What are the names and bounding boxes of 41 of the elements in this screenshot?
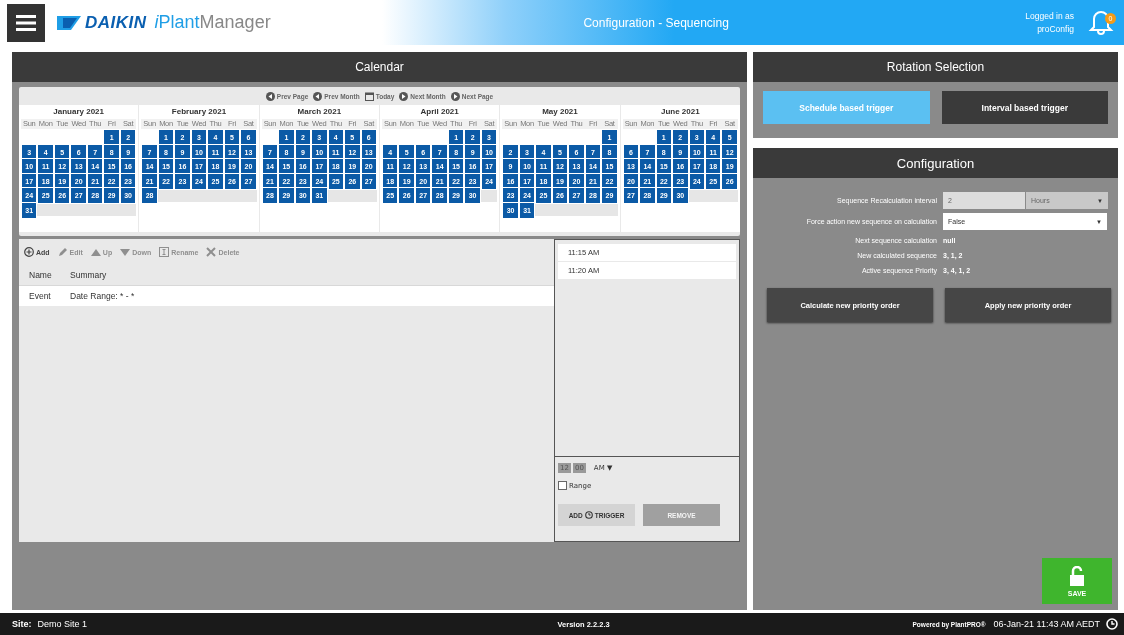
panel-title: Configuration: [753, 148, 1118, 178]
left-arrow-icon: [265, 91, 275, 101]
menu-button[interactable]: [7, 3, 45, 42]
column-header: Name: [29, 270, 53, 280]
page-title: Configuration - Sequencing: [582, 15, 730, 30]
month-title: January 2021: [52, 106, 105, 118]
login-label: Logged in as: [1025, 9, 1074, 23]
month-title: April 2021: [419, 106, 460, 118]
unlocked-padlock-icon: [1069, 565, 1085, 586]
clock-icon: [1106, 618, 1118, 630]
clock-icon: [584, 511, 593, 519]
site-label: Site:: [12, 619, 32, 629]
product-name: iPlantManager: [154, 12, 271, 33]
site-name: Demo Site 1: [37, 619, 89, 629]
down-triangle-icon: [120, 248, 131, 256]
trigger-option-button[interactable]: Interval based trigger: [941, 91, 1108, 124]
table-cell: Date Range: * - *: [70, 291, 135, 301]
panel-title: Calendar: [12, 52, 747, 82]
x-icon: [206, 247, 217, 257]
column-header: Summary: [70, 270, 107, 280]
calendar-icon: [364, 91, 374, 101]
menu-icon: [16, 14, 36, 31]
right-arrow-icon: [399, 91, 409, 101]
logo-icon: [57, 15, 81, 30]
month-title: February 2021: [170, 106, 228, 118]
date-time: 06-Jan-21 11:43 AM AEDT: [993, 619, 1100, 629]
month-title: June 2021: [659, 106, 701, 118]
add-icon: [24, 247, 34, 257]
text-cursor-icon: [159, 247, 170, 257]
user-name: proConfig: [1037, 22, 1074, 36]
pencil-icon: [57, 247, 68, 257]
month-title: May 2021: [541, 106, 579, 118]
right-arrow-icon: [450, 91, 460, 101]
month-title: March 2021: [296, 106, 343, 118]
left-arrow-icon: [313, 91, 323, 101]
table-cell-text: Event: [29, 291, 52, 301]
range-checkbox[interactable]: [558, 481, 567, 490]
event-row[interactable]: Event Date Range: * - *: [19, 286, 554, 306]
up-triangle-icon: [90, 248, 101, 256]
panel-title: Rotation Selection: [753, 52, 1118, 82]
brand-name: DAIKIN: [85, 12, 147, 33]
